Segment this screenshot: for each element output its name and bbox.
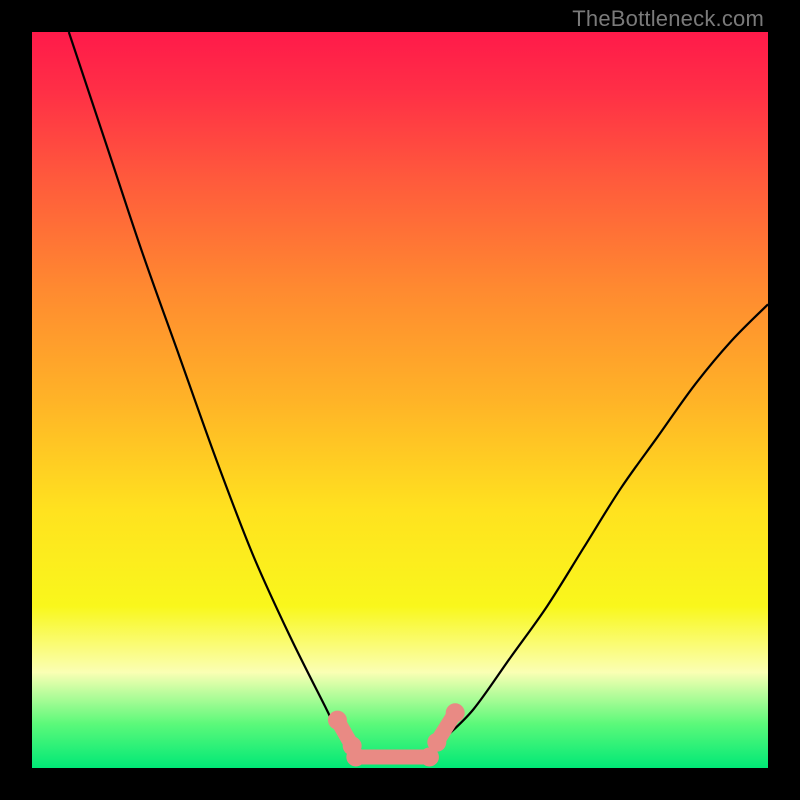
curve-right-branch: [429, 304, 768, 753]
marker-dot-left-pair-0: [328, 711, 347, 730]
marker-dot-right-pair-0: [427, 733, 446, 752]
chart-frame: TheBottleneck.com: [0, 0, 800, 800]
marker-layer: [328, 703, 465, 766]
curve-left-branch: [69, 32, 356, 753]
marker-dot-right-pair-1: [446, 703, 465, 722]
curve-layer: [32, 32, 768, 768]
marker-dot-floor-0: [346, 747, 365, 766]
watermark-text: TheBottleneck.com: [572, 6, 764, 32]
plot-area: [32, 32, 768, 768]
